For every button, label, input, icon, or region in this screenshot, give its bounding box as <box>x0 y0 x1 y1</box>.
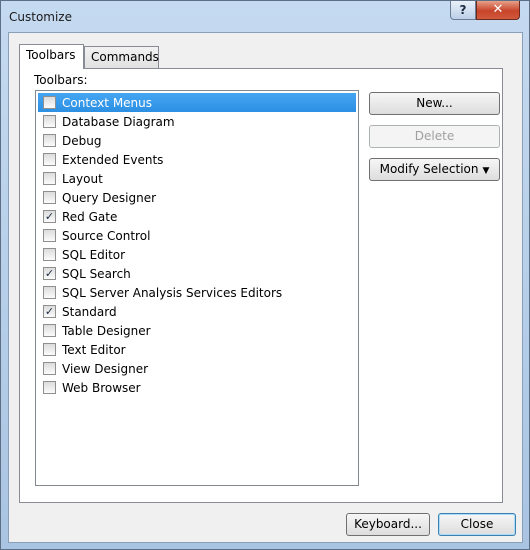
tab-commands[interactable]: Commands <box>84 46 159 68</box>
checkbox-checked-icon[interactable]: ✓ <box>43 267 56 280</box>
list-item-label: SQL Server Analysis Services Editors <box>62 285 283 300</box>
list-item[interactable]: ✓ Standard <box>38 302 356 321</box>
modify-selection-button[interactable]: Modify Selection ▼ <box>369 158 500 181</box>
list-item-label: Red Gate <box>62 209 118 224</box>
list-item-label: Web Browser <box>62 380 141 395</box>
list-item-label: View Designer <box>62 361 149 376</box>
list-item-label: Source Control <box>62 228 151 243</box>
list-item-label: SQL Editor <box>62 247 126 262</box>
modify-selection-label: Modify Selection <box>379 162 479 176</box>
list-item-label: Debug <box>62 133 102 148</box>
checkbox-unchecked-icon[interactable] <box>43 248 56 261</box>
list-item-label: Text Editor <box>62 342 126 357</box>
close-button[interactable]: Close <box>438 513 516 536</box>
checkbox-unchecked-icon[interactable] <box>43 362 56 375</box>
list-item[interactable]: Source Control <box>38 226 356 245</box>
list-item-label: Standard <box>62 304 117 319</box>
list-item[interactable]: Context Menus <box>38 93 356 112</box>
checkbox-unchecked-icon[interactable] <box>43 115 56 128</box>
toolbars-list-label: Toolbars: <box>34 73 88 87</box>
checkbox-unchecked-icon[interactable] <box>43 134 56 147</box>
list-item[interactable]: Text Editor <box>38 340 356 359</box>
toolbars-tab-panel: Toolbars: Context Menus Database Diagram D… <box>19 68 503 503</box>
checkbox-unchecked-icon[interactable] <box>43 96 56 109</box>
list-item[interactable]: Layout <box>38 169 356 188</box>
keyboard-button[interactable]: Keyboard... <box>346 513 430 536</box>
checkbox-checked-icon[interactable]: ✓ <box>43 210 56 223</box>
title-bar[interactable]: Customize ? ✕ <box>1 1 529 33</box>
list-item[interactable]: Web Browser <box>38 378 356 397</box>
help-button[interactable]: ? <box>450 1 476 20</box>
list-item[interactable]: View Designer <box>38 359 356 378</box>
list-item[interactable]: ✓ SQL Search <box>38 264 356 283</box>
new-button[interactable]: New... <box>369 92 500 115</box>
list-item-label: Context Menus <box>62 95 153 110</box>
list-item[interactable]: Query Designer <box>38 188 356 207</box>
dialog-client-area: Toolbars Commands Toolbars: Context Menu… <box>8 32 523 543</box>
list-item[interactable]: SQL Server Analysis Services Editors <box>38 283 356 302</box>
checkbox-unchecked-icon[interactable] <box>43 191 56 204</box>
checkbox-unchecked-icon[interactable] <box>43 324 56 337</box>
window-title: Customize <box>9 10 72 24</box>
tab-toolbars[interactable]: Toolbars <box>19 44 84 69</box>
delete-button[interactable]: Delete <box>369 125 500 148</box>
window-close-button[interactable]: ✕ <box>476 1 520 20</box>
checkbox-unchecked-icon[interactable] <box>43 229 56 242</box>
checkbox-unchecked-icon[interactable] <box>43 381 56 394</box>
checkbox-unchecked-icon[interactable] <box>43 286 56 299</box>
list-item-label: Query Designer <box>62 190 157 205</box>
checkbox-unchecked-icon[interactable] <box>43 172 56 185</box>
list-item-label: Layout <box>62 171 103 186</box>
list-item-label: Database Diagram <box>62 114 175 129</box>
list-item-label: Extended Events <box>62 152 164 167</box>
checkbox-unchecked-icon[interactable] <box>43 153 56 166</box>
list-item-label: Table Designer <box>62 323 151 338</box>
list-item[interactable]: ✓ Red Gate <box>38 207 356 226</box>
toolbars-listbox[interactable]: Context Menus Database Diagram Debug Extend… <box>35 90 359 486</box>
list-item-label: SQL Search <box>62 266 131 281</box>
checkbox-checked-icon[interactable]: ✓ <box>43 305 56 318</box>
list-item[interactable]: Extended Events <box>38 150 356 169</box>
dropdown-arrow-icon: ▼ <box>482 166 490 176</box>
checkbox-unchecked-icon[interactable] <box>43 343 56 356</box>
list-item[interactable]: Database Diagram <box>38 112 356 131</box>
customize-window: Customize ? ✕ Toolbars Commands Toolbars… <box>0 0 530 550</box>
list-item[interactable]: SQL Editor <box>38 245 356 264</box>
list-item[interactable]: Debug <box>38 131 356 150</box>
list-item[interactable]: Table Designer <box>38 321 356 340</box>
